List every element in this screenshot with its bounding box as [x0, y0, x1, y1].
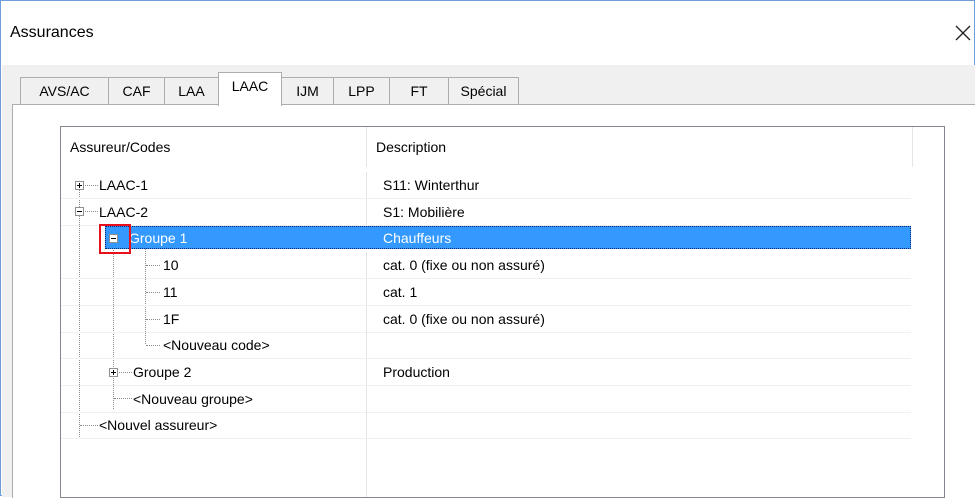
close-icon	[955, 25, 971, 41]
tree-row-groupe-1[interactable]: Groupe 1 Chauffeurs	[61, 225, 944, 252]
column-divider	[366, 332, 367, 359]
tab-laac[interactable]: LAAC	[218, 72, 282, 106]
tab-label: CAF	[122, 83, 151, 99]
plus-box-icon[interactable]	[109, 368, 118, 377]
tab-laa[interactable]: LAA	[164, 77, 219, 104]
row-label: 10	[163, 257, 179, 273]
tab-label: IJM	[296, 83, 319, 99]
tree-row-laac-1[interactable]: LAAC-1 S11: Winterthur	[61, 172, 944, 199]
row-label: <Nouveau code>	[163, 337, 270, 353]
row-label: <Nouveau groupe>	[133, 391, 253, 407]
tree-row-code-10[interactable]: 10 cat. 0 (fixe ou non assuré)	[61, 252, 944, 279]
column-divider	[366, 439, 367, 497]
tree-row-code-1f[interactable]: 1F cat. 0 (fixe ou non assuré)	[61, 306, 944, 333]
tab-label: AVS/AC	[39, 83, 90, 99]
row-description: S1: Mobilière	[383, 204, 465, 220]
row-label: 1F	[163, 311, 180, 327]
tab-special[interactable]: Spécial	[448, 77, 519, 104]
list-header: Assureur/Codes Description	[61, 127, 944, 167]
tab-ijm[interactable]: IJM	[281, 77, 334, 104]
row-label: LAAC-1	[99, 177, 149, 193]
plus-box-icon[interactable]	[75, 181, 84, 190]
tab-ft[interactable]: FT	[389, 77, 449, 104]
row-label: 11	[163, 284, 178, 300]
tree-row-nouveau-code[interactable]: <Nouveau code>	[61, 332, 944, 359]
tab-strip: AVS/AC CAF LAA LAAC IJM LPP FT Spécial	[2, 65, 975, 106]
row-label: Groupe 2	[133, 364, 192, 380]
tree-row-laac-2[interactable]: LAAC-2 S1: Mobilière	[61, 199, 944, 226]
tab-caf[interactable]: CAF	[108, 77, 165, 104]
header-divider	[912, 127, 913, 167]
close-button[interactable]	[951, 21, 975, 45]
column-header-description[interactable]: Description	[367, 127, 913, 167]
assurances-dialog: Assurances AVS/AC CAF LAA LAAC IJM LPP F…	[0, 0, 975, 498]
row-description: cat. 0 (fixe ou non assuré)	[383, 311, 545, 327]
column-divider	[366, 359, 367, 386]
tab-label: LPP	[348, 83, 375, 99]
selection-highlight	[105, 226, 911, 249]
minus-box-icon[interactable]	[109, 234, 118, 243]
tab-label: LAAC	[231, 78, 269, 94]
tree-row-groupe-2[interactable]: Groupe 2 Production	[61, 359, 944, 386]
row-description: Chauffeurs	[383, 230, 452, 246]
tab-label: LAA	[178, 83, 205, 99]
tree-row-code-11[interactable]: 11 cat. 1	[61, 279, 944, 306]
row-description: cat. 0 (fixe ou non assuré)	[383, 257, 545, 273]
column-divider	[366, 199, 367, 226]
row-gridline	[61, 438, 911, 439]
minus-box-icon[interactable]	[75, 207, 84, 216]
tab-label: FT	[410, 83, 428, 99]
tree-row-nouveau-groupe[interactable]: <Nouveau groupe>	[61, 386, 944, 413]
title-bar: Assurances	[1, 1, 974, 65]
column-divider	[366, 386, 367, 413]
row-label: Groupe 1	[129, 230, 188, 246]
tree-row-nouvel-assureur[interactable]: <Nouvel assureur>	[61, 412, 944, 439]
tab-lpp[interactable]: LPP	[333, 77, 390, 104]
tab-label: Spécial	[460, 83, 507, 99]
column-header-assureur-codes[interactable]: Assureur/Codes	[61, 127, 366, 167]
window-title: Assurances	[10, 24, 94, 41]
row-label: LAAC-2	[99, 204, 149, 220]
column-divider	[366, 252, 367, 279]
tab-avs-ac[interactable]: AVS/AC	[20, 77, 109, 104]
column-divider	[366, 306, 367, 333]
row-label: <Nouvel assureur>	[99, 417, 218, 433]
column-divider	[366, 279, 367, 306]
column-divider	[366, 412, 367, 439]
insurer-tree-list[interactable]: Assureur/Codes Description LAAC-1 S11: W…	[60, 126, 945, 498]
row-description: Production	[383, 364, 450, 380]
row-description: S11: Winterthur	[383, 177, 480, 193]
column-divider	[366, 172, 367, 199]
row-description: cat. 1	[383, 284, 418, 300]
